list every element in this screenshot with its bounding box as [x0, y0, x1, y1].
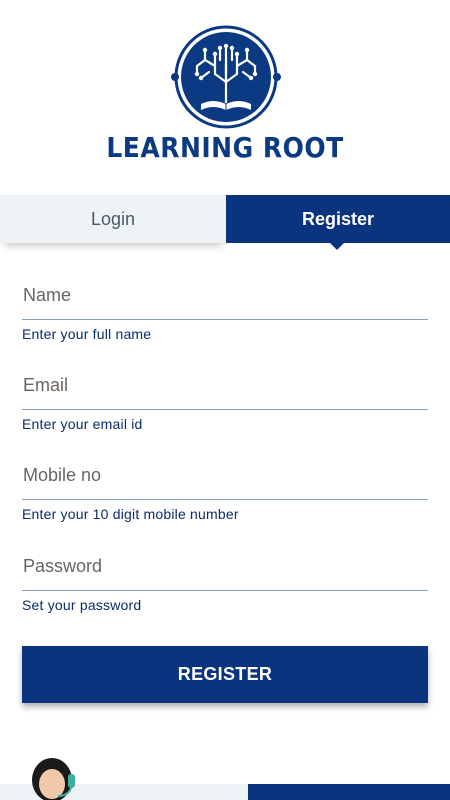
password-field-group: Set your password [22, 543, 428, 613]
tab-login[interactable]: Login [0, 195, 226, 243]
email-input[interactable] [22, 362, 428, 410]
support-agent-avatar-icon[interactable] [24, 754, 80, 800]
active-tab-indicator [330, 243, 344, 250]
password-input[interactable] [22, 543, 428, 591]
password-hint: Set your password [22, 597, 142, 613]
email-field-group: Enter your email id [22, 362, 428, 432]
mobile-input[interactable] [22, 452, 428, 500]
header-logo: LEARNING ROOT [0, 0, 450, 195]
email-hint: Enter your email id [22, 416, 143, 432]
bottom-tab-right[interactable] [248, 784, 450, 800]
name-hint: Enter your full name [22, 326, 152, 342]
brand-name: LEARNING ROOT [106, 131, 344, 164]
mobile-field-group: Enter your 10 digit mobile number [22, 452, 428, 522]
register-button[interactable]: REGISTER [22, 646, 428, 703]
tab-register[interactable]: Register [226, 195, 450, 243]
name-field-group: Enter your full name [22, 272, 428, 342]
name-input[interactable] [22, 272, 428, 320]
mobile-hint: Enter your 10 digit mobile number [22, 506, 239, 522]
tree-book-logo-icon [171, 25, 281, 129]
auth-tabs: Login Register [0, 195, 450, 243]
